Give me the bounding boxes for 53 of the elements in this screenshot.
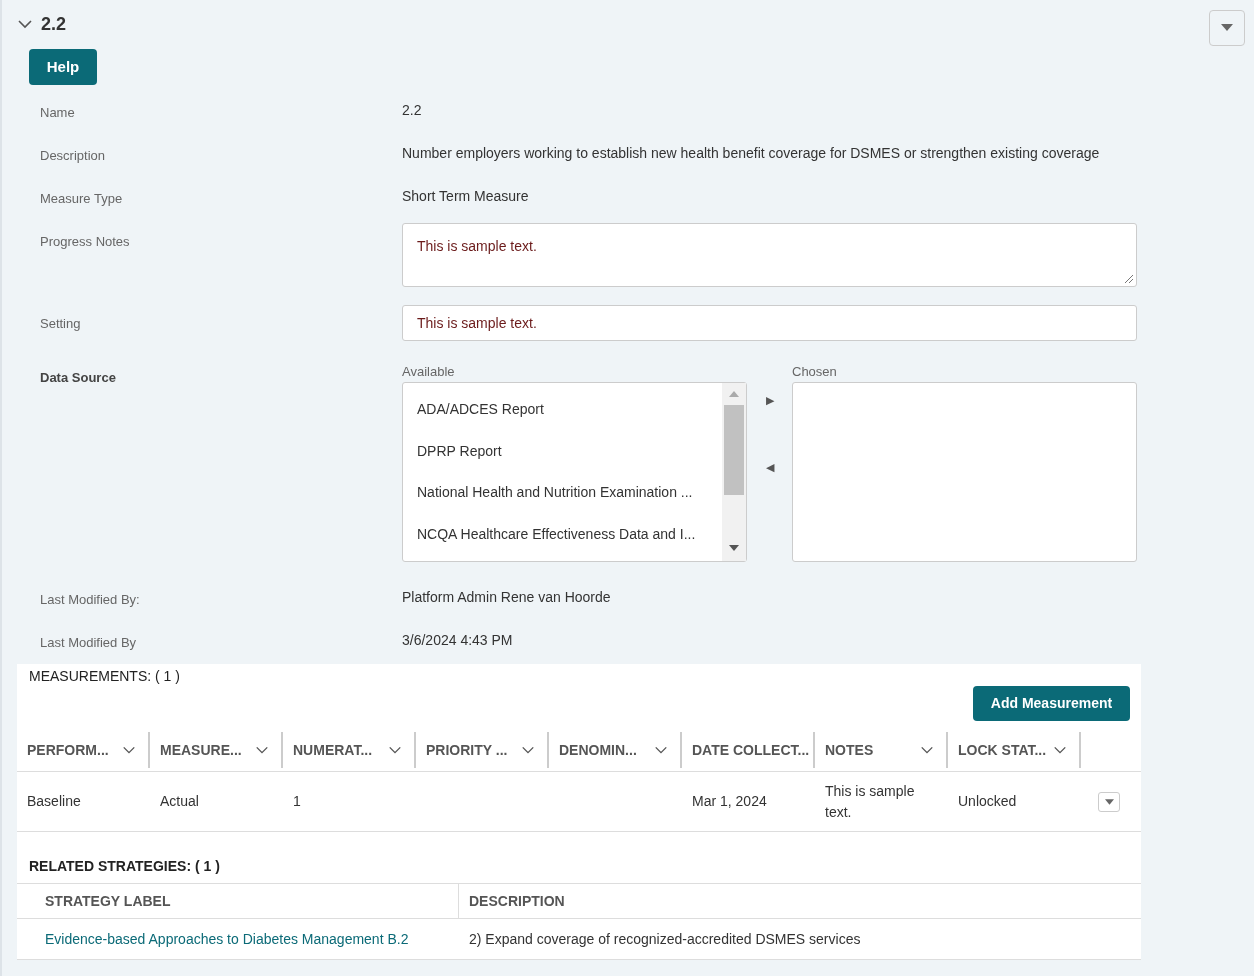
column-header: DESCRIPTION [469, 891, 565, 911]
field-label: Setting [40, 316, 81, 331]
column-header[interactable]: PERFORM... [17, 732, 150, 768]
field-value: 2.2 [402, 101, 422, 120]
strategy-link[interactable]: Evidence-based Approaches to Diabetes Management B.2 [45, 931, 409, 947]
list-item[interactable]: NCQA Healthcare Effectiveness Data and I... [403, 513, 722, 555]
field-label: Name [40, 105, 75, 120]
field-value: Platform Admin Rene van Hoorde [402, 588, 611, 607]
column-header[interactable]: MEASURE... [150, 732, 283, 768]
table-cell: Baseline [27, 793, 81, 809]
field-label: Measure Type [40, 191, 123, 206]
move-right-button[interactable]: ▶ [765, 395, 774, 406]
column-header[interactable]: PRIORITY ... [416, 732, 549, 768]
table-cell: Actual [160, 793, 199, 809]
section-heading: RELATED STRATEGIES: ( 1 ) [28, 857, 221, 876]
list-item[interactable]: ADA/ADCES Report [403, 389, 722, 431]
setting-field[interactable]: This is sample text. [402, 305, 1137, 341]
list-item[interactable]: DPRP Report [403, 430, 722, 472]
scrollbar-thumb[interactable] [724, 405, 744, 495]
caret-down-icon [1104, 798, 1114, 805]
field-value: Short Term Measure [402, 187, 529, 206]
table-cell: Mar 1, 2024 [692, 793, 767, 809]
section-title: 2.2 [41, 12, 67, 36]
field-label: Data Source [40, 370, 116, 385]
scroll-down-icon[interactable] [729, 545, 739, 551]
column-header[interactable]: DATE COLLECT... [682, 732, 815, 768]
column-header: STRATEGY LABEL [45, 891, 171, 911]
section-heading: MEASUREMENTS: ( 1 ) [29, 667, 180, 686]
progress-notes-field[interactable]: This is sample text. [402, 223, 1137, 287]
table-cell: This is sample text. [825, 782, 915, 820]
help-button[interactable]: Help [29, 49, 97, 85]
table-cell: 1 [293, 793, 301, 809]
column-header[interactable]: NOTES [815, 732, 948, 768]
field-value: 3/6/2024 4:43 PM [402, 631, 513, 650]
column-header[interactable]: DENOMIN... [549, 732, 682, 768]
caret-down-icon [1221, 24, 1233, 32]
resize-handle-icon[interactable] [1124, 274, 1134, 284]
add-measurement-button[interactable]: Add Measurement [973, 686, 1130, 721]
field-label: Last Modified By [40, 635, 137, 650]
table-cell: 2) Expand coverage of recognized-accredited DSMES services [469, 931, 861, 947]
list-item[interactable]: National Health and Nutrition Examination ... [403, 472, 722, 514]
field-label: Description [40, 148, 106, 163]
field-value: Number employers working to establish new health benefit coverage for DSMES or strengthen existing coverage [402, 144, 1100, 163]
field-label: Last Modified By: [40, 592, 140, 607]
field-label: Progress Notes [40, 234, 130, 249]
move-left-button[interactable]: ◀ [765, 462, 774, 473]
column-header[interactable]: LOCK STAT... [948, 732, 1081, 768]
column-header[interactable]: NUMERAT... [283, 732, 416, 768]
dropdown-button[interactable] [1209, 10, 1245, 46]
list-label: Available [402, 363, 456, 381]
row-menu-button[interactable] [1098, 791, 1120, 812]
table-cell: Unlocked [958, 793, 1017, 809]
list-label: Chosen [792, 363, 838, 381]
